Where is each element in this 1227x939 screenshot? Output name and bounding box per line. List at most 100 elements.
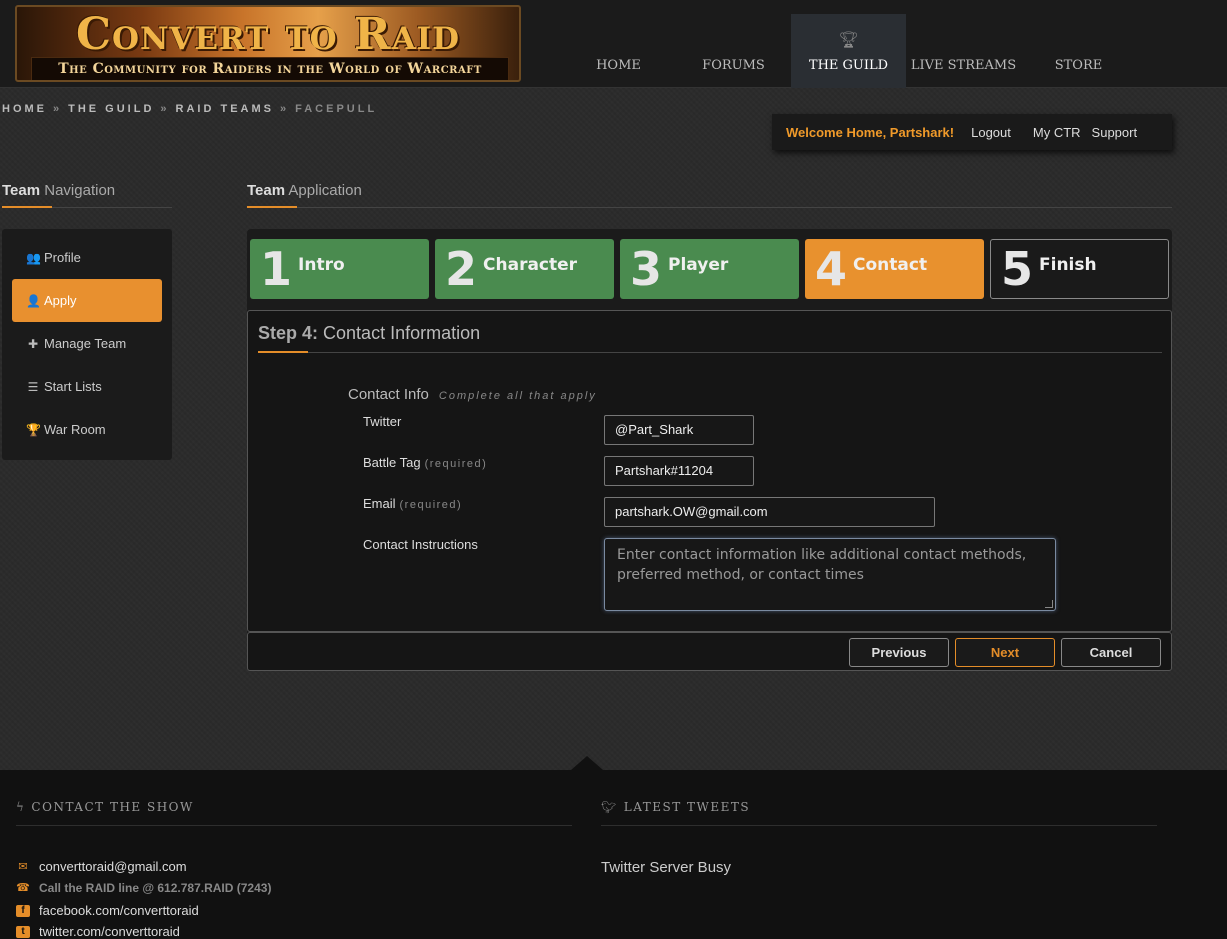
divider	[16, 825, 572, 826]
battle-tag-label: Battle Tag (required)	[363, 455, 487, 470]
step-label: Character	[483, 255, 578, 275]
divider-accent	[247, 206, 297, 208]
required-hint: (required)	[399, 499, 463, 511]
step-label: Intro	[298, 255, 345, 275]
support-link[interactable]: Support	[1092, 125, 1138, 140]
twitter-bird-icon: 🐦︎	[601, 800, 618, 814]
nav-live-streams[interactable]: LIVE STREAMS	[906, 14, 1021, 88]
title-rest: Navigation	[44, 182, 116, 199]
twitter-input[interactable]: @Part_Shark	[604, 415, 754, 445]
contact-show-heading: ϟ CONTACT THE SHOW	[16, 800, 194, 814]
title-bold: Team	[2, 182, 41, 199]
site-logo[interactable]: Convert to Raid The Community for Raider…	[15, 5, 521, 82]
cancel-button[interactable]: Cancel	[1061, 638, 1161, 667]
label-text: Email	[363, 496, 396, 511]
nav-forums[interactable]: FORUMS	[676, 14, 791, 88]
logo-subtitle: The Community for Raiders in the World o…	[31, 57, 509, 80]
step-intro[interactable]: 1 Intro	[250, 239, 429, 299]
step-player[interactable]: 3 Player	[620, 239, 799, 299]
step-number: 4	[815, 242, 848, 296]
trophy-icon: 🏆︎	[838, 32, 859, 49]
nav-store[interactable]: STORE	[1021, 14, 1136, 88]
footer-email[interactable]: ✉ converttoraid@gmail.com	[16, 859, 187, 874]
label-text: Battle Tag	[363, 455, 421, 470]
step-heading-title: Contact Information	[323, 323, 481, 343]
battle-tag-input[interactable]: Partshark#11204	[604, 456, 754, 486]
nav-the-guild[interactable]: THE GUILD	[791, 14, 906, 88]
sidebar-item-label: Apply	[44, 293, 77, 308]
logo-title: Convert to Raid	[75, 9, 461, 60]
team-nav-sidebar: 👥 Profile 👤 Apply ✚ Manage Team ☰ Start List…	[2, 229, 172, 460]
label-text: Twitter	[363, 414, 402, 429]
sidebar-item-war-room[interactable]: 🏆 War Room	[12, 408, 162, 451]
logout-link[interactable]: Logout	[971, 125, 1011, 140]
step-number: 3	[630, 242, 663, 296]
textarea-placeholder: Enter contact information like additiona…	[617, 547, 1027, 583]
footer-phone: ☎ Call the RAID line @ 612.787.RAID (7243…	[16, 881, 271, 895]
sidebar-item-manage-team[interactable]: ✚ Manage Team	[12, 322, 162, 365]
step-heading: Step 4: Contact Information	[258, 323, 480, 344]
step-contact[interactable]: 4 Contact	[805, 239, 984, 299]
breadcrumb-current: FACEPULL	[295, 103, 378, 115]
application-panel: 1 Intro 2 Character 3 Player 4 Contact 5…	[247, 229, 1172, 671]
required-hint: (required)	[424, 458, 488, 470]
divider-accent	[258, 351, 308, 353]
breadcrumb-raid-teams[interactable]: RAID TEAMS	[176, 103, 274, 115]
welcome-message: Welcome Home, Partshark!	[786, 124, 955, 140]
sidebar-item-start-lists[interactable]: ☰ Start Lists	[12, 365, 162, 408]
contact-instructions-textarea[interactable]: Enter contact information like additiona…	[604, 538, 1056, 611]
contact-info-label: Contact Info	[348, 386, 429, 403]
contact-info-title: Contact Info Complete all that apply	[348, 386, 597, 403]
wizard-button-bar: Previous Next Cancel	[247, 632, 1172, 671]
footer-facebook[interactable]: f facebook.com/converttoraid	[16, 903, 199, 918]
title-rest: Application	[288, 182, 362, 199]
sidebar-item-profile[interactable]: 👥 Profile	[12, 236, 162, 279]
previous-button[interactable]: Previous	[849, 638, 949, 667]
email-text: converttoraid@gmail.com	[39, 859, 187, 874]
breadcrumb: HOME » THE GUILD » RAID TEAMS » FACEPULL	[2, 103, 377, 115]
my-ctr-link[interactable]: My CTR	[1033, 125, 1081, 140]
team-application-title: Team Application	[247, 182, 362, 199]
tweets-status: Twitter Server Busy	[601, 859, 732, 876]
step-label: Finish	[1039, 255, 1097, 275]
step-character[interactable]: 2 Character	[435, 239, 614, 299]
step-finish[interactable]: 5 Finish	[990, 239, 1169, 299]
breadcrumb-separator: »	[53, 103, 63, 115]
user-icon: 👤	[26, 293, 41, 308]
twitter-text: twitter.com/converttoraid	[39, 924, 180, 939]
facebook-icon: f	[16, 904, 30, 917]
resize-handle[interactable]	[1045, 600, 1053, 608]
facebook-text: facebook.com/converttoraid	[39, 903, 199, 918]
step-number: 5	[1001, 242, 1034, 296]
user-menu: Welcome Home, Partshark! Logout My CTR S…	[772, 114, 1172, 150]
main-nav: HOME FORUMS 🏆︎ THE GUILD LIVE STREAMS ST…	[561, 14, 1136, 88]
site-footer: ϟ CONTACT THE SHOW 🐦︎ LATEST TWEETS ✉ conve…	[0, 770, 1227, 939]
latest-tweets-heading: 🐦︎ LATEST TWEETS	[601, 800, 750, 814]
footer-twitter[interactable]: t twitter.com/converttoraid	[16, 924, 180, 939]
divider	[258, 352, 1162, 353]
heading-text: CONTACT THE SHOW	[31, 800, 194, 814]
email-input[interactable]: partshark.OW@gmail.com	[604, 497, 935, 527]
trophy-icon: 🏆	[26, 422, 41, 437]
step-number: 2	[445, 242, 478, 296]
divider	[601, 825, 1157, 826]
breadcrumb-home[interactable]: HOME	[2, 103, 47, 115]
divider-accent	[2, 206, 52, 208]
phone-text: Call the RAID line @ 612.787.RAID (7243)	[39, 881, 272, 895]
breadcrumb-the-guild[interactable]: THE GUILD	[68, 103, 154, 115]
bolt-icon: ϟ	[16, 800, 26, 814]
step-number: 1	[260, 242, 293, 296]
sidebar-item-label: Manage Team	[44, 336, 127, 351]
step-heading-number: Step 4:	[258, 323, 319, 343]
next-button[interactable]: Next	[955, 638, 1055, 667]
sidebar-item-label: Start Lists	[44, 379, 102, 394]
users-icon: 👥	[26, 250, 41, 265]
nav-home[interactable]: HOME	[561, 14, 676, 88]
wizard-steps: 1 Intro 2 Character 3 Player 4 Contact 5…	[250, 239, 1175, 299]
envelope-icon: ✉	[18, 860, 28, 873]
contact-info-hint: Complete all that apply	[438, 390, 597, 402]
sidebar-item-apply[interactable]: 👤 Apply	[12, 279, 162, 322]
twitter-icon: t	[16, 925, 30, 938]
team-navigation-title: Team Navigation	[2, 182, 115, 199]
list-icon: ☰	[27, 379, 39, 394]
